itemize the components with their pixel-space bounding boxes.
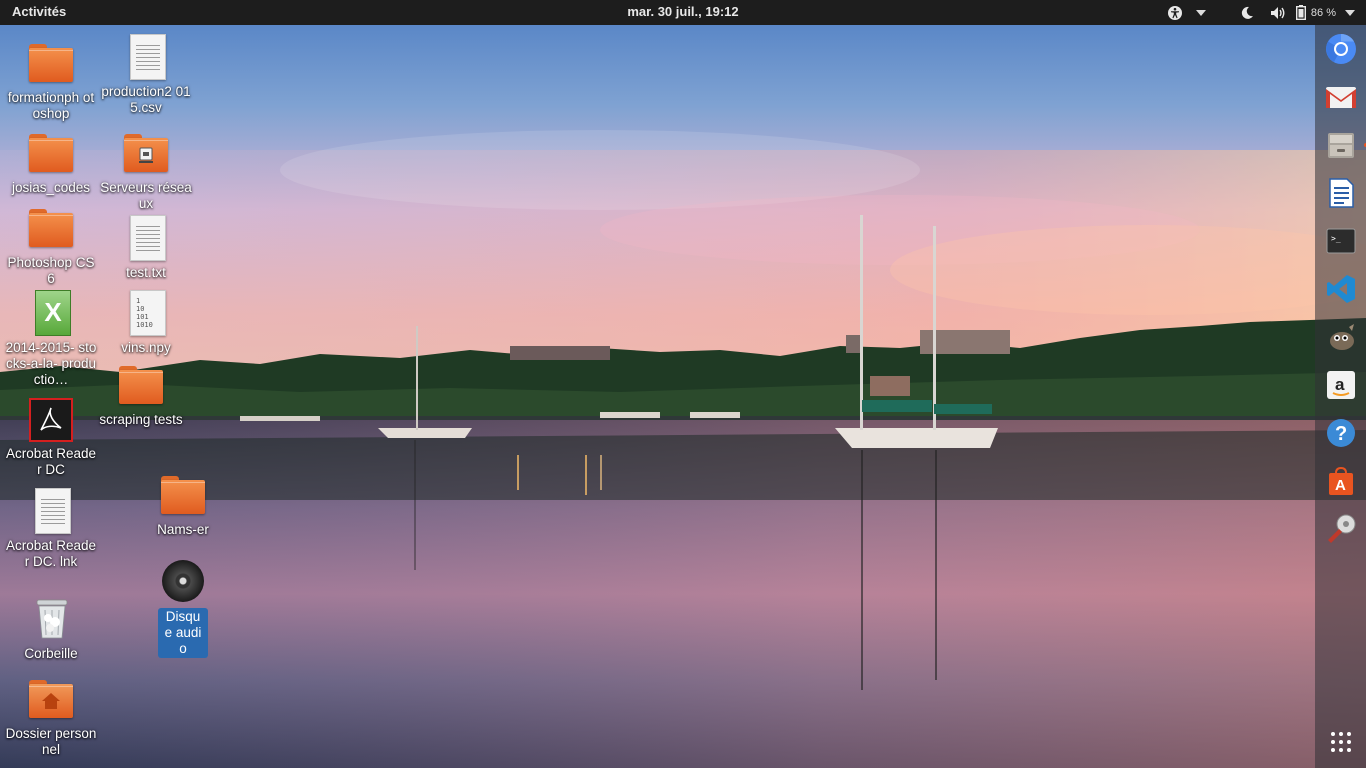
home-folder-icon [29,680,73,718]
terminal-prompt-text: >_ [1331,234,1341,243]
amazon-letter: a [1335,375,1345,394]
desktop-icon-scraping-tests[interactable]: scraping tests [95,362,187,428]
accessibility-menu[interactable] [1164,0,1186,25]
document-icon [130,34,166,80]
volume-icon [1270,6,1285,19]
desktop-icon-formationphotoshop[interactable]: formationph otoshop [5,40,97,122]
folder-icon [29,134,73,172]
chevron-down-icon [1345,9,1355,16]
dock-item-gmail[interactable] [1324,80,1358,114]
desktop-icon-vins-npy[interactable]: 1 10 101 1010 vins.npy [100,290,192,356]
gmail-icon [1326,87,1356,108]
document-icon [130,215,166,261]
file-manager-icon [1328,133,1354,158]
system-menu-dropdown[interactable] [1342,0,1358,25]
desktop-icon-label: Dossier personnel [5,726,97,757]
dock-item-writer[interactable] [1324,176,1358,210]
gimp-icon [1330,324,1354,350]
clock-button[interactable]: mar. 30 juil., 19:12 [627,4,738,19]
top-bar: Activités mar. 30 juil., 19:12 86 % [0,0,1366,25]
document-icon [35,488,71,534]
accessibility-icon [1167,5,1182,20]
battery-percentage: 86 % [1310,6,1336,19]
dock-item-file-manager[interactable] [1324,128,1366,162]
desktop-icon-label: Acrobat Reader DC [5,446,97,477]
desktop-icon-label: vins.npy [121,340,171,355]
show-applications-icon [1331,732,1351,752]
dock-item-settings-tools[interactable] [1324,512,1358,546]
dock-item-chromium[interactable] [1324,32,1358,66]
folder-icon [119,366,163,404]
desktop-icon-serveurs-reseaux[interactable]: Serveurs réseaux [100,130,192,212]
chevron-down-icon [1195,9,1206,16]
desktop-icon-label: Serveurs réseaux [100,180,192,211]
dock-item-software-center[interactable]: A [1324,464,1358,498]
trash-icon [36,599,68,639]
dock-item-vscode[interactable] [1324,272,1358,306]
desktop-icon-label: Corbeille [24,646,78,661]
dock-item-gimp[interactable] [1324,320,1358,354]
writer-icon [1329,178,1354,208]
desktop-icon-label: test.txt [126,265,166,280]
system-tray: 86 % [1164,0,1358,25]
chromium-icon [1326,33,1356,64]
dock: >_ a ? A [1315,25,1366,768]
volume-indicator[interactable] [1266,0,1290,25]
help-icon: ? [1327,419,1355,447]
desktop-icon-label: Photoshop CS6 [7,255,95,286]
desktop-icon-label: production2 015.csv [101,84,191,115]
desktop-icon-acrobat-lnk[interactable]: Acrobat Reader DC. lnk [5,488,97,570]
folder-icon [29,209,73,247]
acrobat-icon [29,398,73,442]
amazon-icon: a [1327,371,1355,399]
battery-icon [1295,5,1306,20]
desktop-icon-label: formationph otoshop [7,90,95,121]
desktop-icon-josias-codes[interactable]: josias_codes [5,130,97,196]
show-applications-button[interactable] [1324,725,1358,759]
desktop-icon-label: Disque audio [158,608,208,658]
accessibility-dropdown[interactable] [1192,0,1210,25]
clock-area: mar. 30 juil., 19:12 [0,4,1366,19]
activities-button[interactable]: Activités [12,4,66,19]
desktop-icon-label: 2014-2015- stocks-a-la- productio… [5,340,97,387]
binary-file-icon: 1 10 101 1010 [130,290,166,336]
desktop-icon-nams-er[interactable]: Nams-er [137,472,229,538]
folder-icon [161,476,205,514]
spreadsheet-icon: X [35,290,71,336]
vscode-icon [1327,275,1355,303]
software-letter: A [1335,477,1346,494]
desktop-icon-corbeille[interactable]: Corbeille [5,596,97,662]
desktop-icon-test-txt[interactable]: test.txt [100,215,192,281]
network-folder-icon [124,134,168,172]
desktop-icon-label: scraping tests [99,412,183,427]
desktop-icon-photoshop-cs6[interactable]: Photoshop CS6 [5,205,97,287]
desktop-icon-label: Acrobat Reader DC. lnk [5,538,97,569]
settings-tools-icon [1328,514,1356,543]
desktop-icon-production2015-csv[interactable]: production2 015.csv [100,34,192,116]
desktop-icon-stocks-spreadsheet[interactable]: X 2014-2015- stocks-a-la- productio… [5,290,97,388]
terminal-icon: >_ [1326,228,1356,254]
night-light-indicator[interactable] [1234,0,1260,25]
desktop-icon-acrobat-reader[interactable]: Acrobat Reader DC [5,396,97,478]
desktop-icon-disque-audio[interactable]: Disque audio [137,558,229,658]
audio-disc-icon [162,560,204,602]
desktop-icon-label: josias_codes [11,180,91,195]
dock-item-amazon[interactable]: a [1324,368,1358,402]
folder-icon [29,44,73,82]
desktop-icon-dossier-personnel[interactable]: Dossier personnel [5,676,97,758]
help-mark: ? [1335,423,1347,445]
desktop-icon-label: Nams-er [157,522,209,537]
battery-indicator[interactable]: 86 % [1295,0,1336,25]
binary-file-text: 1 10 101 1010 [136,297,153,329]
dock-item-terminal[interactable]: >_ [1324,224,1358,258]
software-center-icon: A [1329,466,1353,495]
night-light-icon [1241,6,1253,19]
dock-item-help[interactable]: ? [1324,416,1358,450]
